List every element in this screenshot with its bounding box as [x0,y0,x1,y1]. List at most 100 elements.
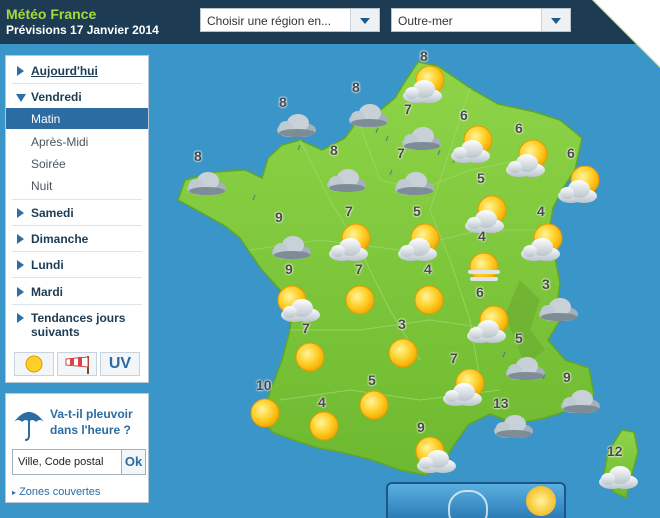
bullet-arrow-icon: ▸ [12,488,17,497]
temperature-label: 7 [302,320,310,336]
sun-icon [25,355,43,373]
sidebar-item-aujourdhui[interactable]: Aujourd'hui [6,62,148,82]
forecast-marker[interactable] [268,284,324,329]
sidebar-item-dimanche[interactable]: Dimanche [6,230,148,250]
zones-link[interactable]: ▸ Zones couvertes [12,486,100,498]
forecast-marker[interactable] [404,435,460,480]
period-matin[interactable]: Matin [6,108,148,129]
divider [12,304,142,305]
forecast-marker[interactable] [409,280,449,325]
temperature-label: 12 [607,443,623,459]
forecast-marker[interactable] [340,280,380,325]
divider [12,277,142,278]
forecast-marker[interactable] [530,290,586,335]
forecast-marker[interactable] [590,458,646,503]
forecast-marker[interactable] [552,382,608,427]
rain-cloud-icon [349,104,388,127]
sidebar-item-mardi[interactable]: Mardi [6,283,148,303]
forecast-marker[interactable] [245,393,285,438]
temperature-label: 7 [345,203,353,219]
sun-layer-button[interactable] [14,352,54,376]
ok-button[interactable]: Ok [122,449,146,475]
temperature-label: 8 [279,94,287,110]
wind-layer-button[interactable] [57,352,97,376]
rain-widget: Va-t-il pleuvoir dans l'heure ? Ok ▸ Zon… [5,393,149,503]
promo-banner[interactable] [386,482,566,518]
sun-cloud-icon [506,139,548,177]
forecast-marker[interactable] [503,139,559,185]
zones-link-label: Zones couvertes [19,486,101,498]
temperature-label: 4 [424,261,432,277]
sun-cloud-icon [443,368,485,406]
forecast-marker[interactable] [178,164,234,209]
temperature-label: 5 [477,170,485,186]
sun-cloud-icon [558,165,600,203]
app-title: Météo France [6,6,97,22]
sun-cloud-icon [277,285,320,322]
divider [12,251,142,252]
forecast-marker[interactable] [326,223,382,269]
sun-icon [414,285,444,315]
period-soiree[interactable]: Soirée [6,153,148,174]
rain-title: Va-t-il pleuvoir dans l'heure ? [50,407,133,437]
triangle-right-icon [17,208,24,218]
forecast-marker[interactable] [340,96,396,141]
rain-cloud-icon [494,415,533,438]
region-select[interactable]: Choisir une région en... [200,8,380,32]
uv-layer-button[interactable]: UV [100,352,140,376]
forecast-marker[interactable] [555,165,611,211]
period-nuit[interactable]: Nuit [6,175,148,196]
temperature-label: 7 [355,261,363,277]
temperature-label: 8 [330,142,338,158]
header-bar: Météo France Prévisions 17 Janvier 2014 … [0,0,660,44]
period-apres-midi[interactable]: Après-Midi [6,131,148,152]
triangle-right-icon [17,66,24,76]
forecast-marker[interactable] [304,406,344,451]
temperature-label: 7 [397,145,405,161]
sun-cloud-icon [521,223,563,261]
forecast-marker[interactable] [464,305,520,351]
forecast-marker[interactable] [354,385,394,430]
forecast-marker[interactable] [518,223,574,269]
temperature-label: 7 [404,101,412,117]
forecast-marker[interactable] [497,349,553,394]
temperature-label: 3 [398,316,406,332]
temperature-label: 6 [515,120,523,136]
temperature-label: 8 [194,148,202,164]
temperature-label: 6 [460,107,468,123]
sun-cloud-icon [451,125,493,163]
sidebar-item-tendances[interactable]: Tendances jours suivants [6,309,148,343]
fog-icon [468,252,500,282]
chevron-down-icon[interactable] [541,9,570,31]
windsock-icon [65,356,89,374]
period-label: Après-Midi [31,135,89,149]
forecast-marker[interactable] [395,223,451,269]
forecast-marker[interactable] [448,125,504,171]
overseas-select[interactable]: Outre-mer [391,8,571,32]
sidebar-item-vendredi[interactable]: Vendredi [6,88,148,108]
rain-cloud-icon [561,390,600,413]
triangle-right-icon [17,234,24,244]
temperature-label: 5 [368,372,376,388]
forecast-marker[interactable] [383,333,423,378]
temperature-label: 4 [537,203,545,219]
temperature-label: 9 [275,209,283,225]
forecast-marker[interactable] [290,337,330,382]
temperature-label: 4 [318,394,326,410]
forecast-marker[interactable] [462,248,506,297]
sidebar-item-lundi[interactable]: Lundi [6,256,148,276]
chevron-down-icon[interactable] [350,9,379,31]
sidebar-item-label: Mardi [31,285,64,299]
temperature-label: 13 [493,395,509,411]
forecast-marker[interactable] [485,407,541,452]
brand: Météo France Prévisions 17 Janvier 2014 [6,6,159,38]
temperature-label: 5 [413,203,421,219]
forecast-marker[interactable] [462,195,518,241]
sun-cloud-icon [329,223,371,261]
sidebar-item-samedi[interactable]: Samedi [6,204,148,224]
city-search-input[interactable] [12,449,122,475]
temperature-label: 7 [450,350,458,366]
temperature-label: 8 [420,48,428,64]
forecast-marker[interactable] [268,106,324,151]
forecast-marker[interactable] [318,161,374,206]
